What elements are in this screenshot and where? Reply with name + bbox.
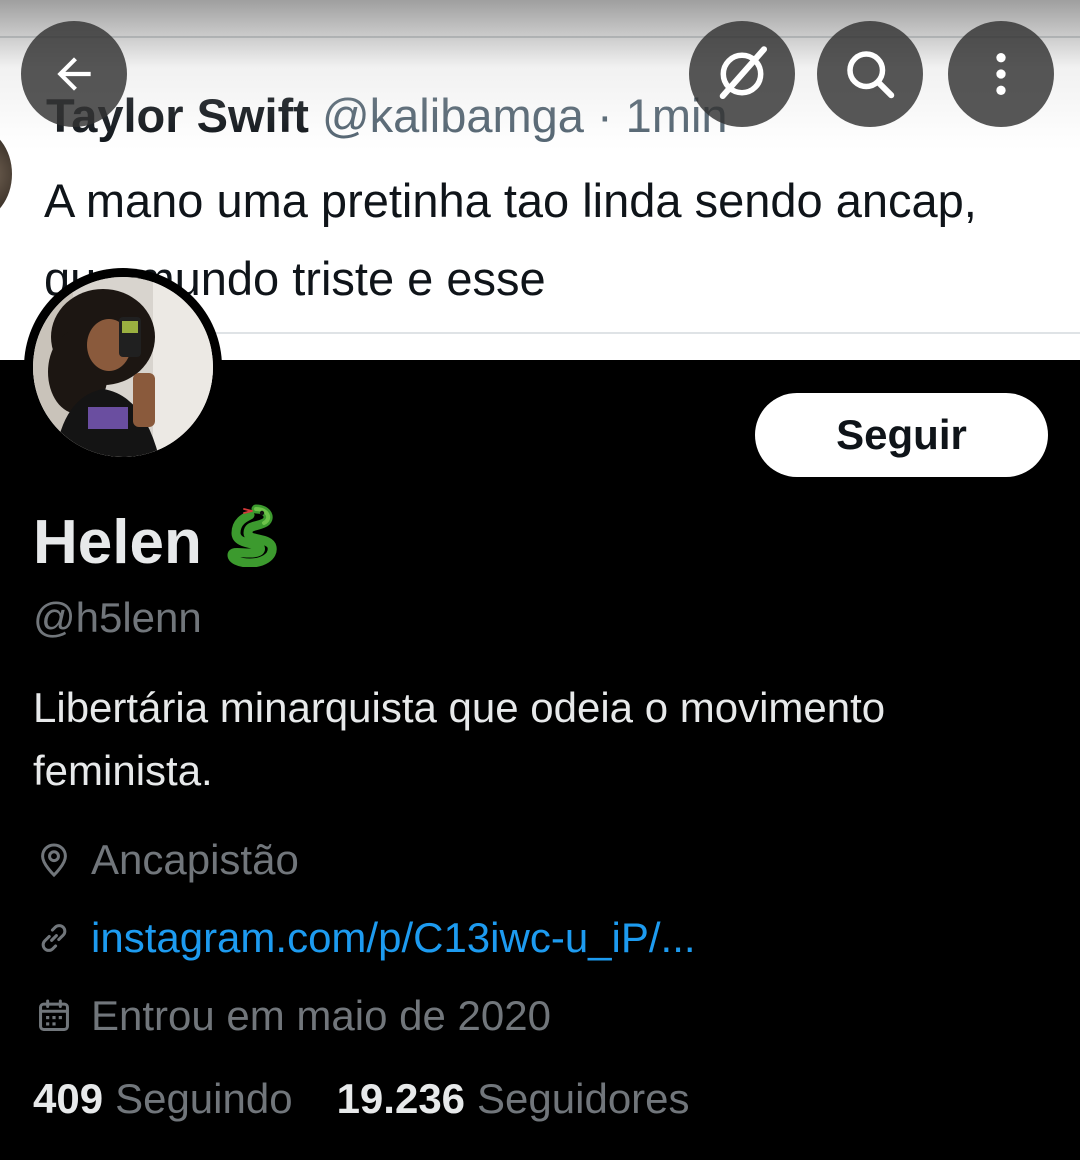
followers-count: 19.236 [336,1075,466,1122]
grok-icon [719,46,768,100]
follow-button[interactable]: Seguir [755,393,1048,477]
followers-label: Seguidores [477,1075,690,1122]
profile-display-name: Helen [33,503,282,582]
website-link[interactable]: instagram.com/p/C13iwc-u_iP/... [91,914,696,962]
followers-stat[interactable]: 19.236 Seguidores [337,1075,690,1123]
quoted-tweet-text: A mano uma pretinha tao linda sendo anca… [44,174,977,305]
location-text: Ancapistão [91,836,299,883]
profile-location: Ancapistão [33,830,299,890]
profile-join-date: Entrou em maio de 2020 [33,986,551,1046]
join-date-text: Entrou em maio de 2020 [91,992,551,1039]
back-button[interactable] [21,21,127,127]
grok-button[interactable] [689,21,795,127]
quoted-tweet-header: Taylor Swift @kalibamga · 1min [46,88,728,143]
more-vertical-icon [996,53,1006,95]
arrow-left-icon [57,57,91,91]
location-pin-icon [33,839,75,881]
profile-avatar[interactable] [24,268,222,466]
more-options-button[interactable] [948,21,1054,127]
profile-handle: @h5lenn [33,594,202,641]
following-label: Seguindo [115,1075,293,1122]
avatar-photo [33,277,213,457]
quoted-tweet-avatar [0,128,12,220]
profile-bio: Libertária minarquista que odeia o movim… [33,684,886,794]
calendar-icon [33,995,75,1037]
profile-website[interactable]: instagram.com/p/C13iwc-u_iP/... [33,908,696,968]
profile-stats: 409 Seguindo 19.236 Seguidores [33,1075,690,1123]
search-button[interactable] [817,21,923,127]
banner-divider-top [0,36,1080,38]
following-count: 409 [33,1075,104,1122]
search-icon [847,51,895,99]
snake-emoji-icon [226,503,282,582]
following-stat[interactable]: 409 Seguindo [33,1075,293,1123]
link-icon [33,917,75,959]
display-name-text: Helen [33,508,202,577]
quoted-tweet-author-handle: @kalibamga [321,89,584,142]
